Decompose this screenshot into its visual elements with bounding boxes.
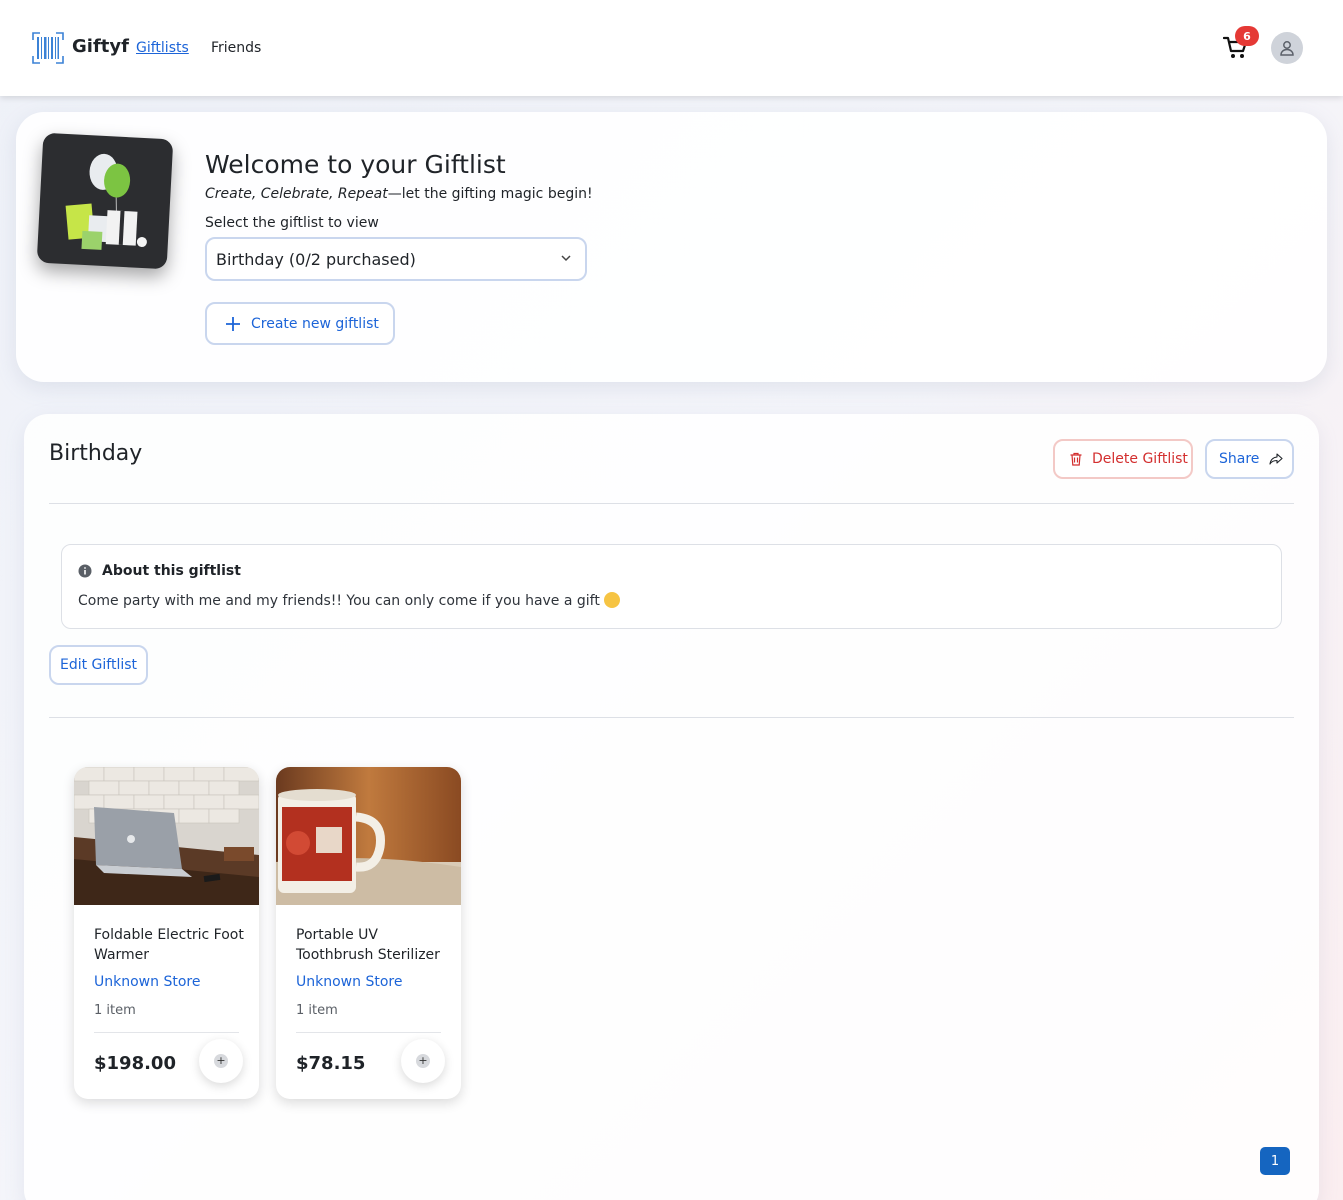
about-giftlist-title: About this giftlist — [102, 563, 241, 579]
welcome-subtitle-rest: —let the gifting magic begin! — [387, 186, 593, 202]
item-quantity: 1 item — [94, 1003, 136, 1018]
plus-icon — [226, 316, 240, 331]
top-navbar: Giftyf Giftlists Friends 6 — [0, 0, 1343, 96]
item-name: Foldable Electric Foot Warmer — [94, 927, 244, 963]
item-store-link[interactable]: Unknown Store — [94, 974, 200, 990]
divider — [49, 503, 1294, 504]
giftlist-select-label: Select the giftlist to view — [205, 215, 379, 231]
divider — [94, 1032, 239, 1033]
gift-item-card[interactable]: Portable UV Toothbrush Sterilizer Unknow… — [276, 767, 461, 1099]
chevron-down-icon — [561, 255, 571, 262]
share-label: Share — [1219, 451, 1260, 467]
nav-friends-link[interactable]: Friends — [211, 40, 261, 56]
giftlist-select-value: Birthday (0/2 purchased) — [216, 249, 416, 269]
create-giftlist-button[interactable]: Create new giftlist — [205, 302, 395, 345]
trash-icon — [1070, 452, 1082, 466]
plus-icon: + — [416, 1054, 430, 1068]
info-icon — [78, 564, 92, 578]
create-giftlist-label: Create new giftlist — [251, 315, 379, 332]
smirk-emoji-icon — [603, 592, 620, 608]
welcome-subtitle-italic: Create, Celebrate, Repeat — [205, 186, 388, 202]
giftlist-select[interactable]: Birthday (0/2 purchased) — [205, 237, 587, 281]
gifts-illustration — [36, 132, 174, 270]
nav-giftlists-link[interactable]: Giftlists — [136, 40, 189, 56]
giftlist-title: Birthday — [49, 441, 143, 466]
add-item-button[interactable]: + — [199, 1039, 243, 1083]
add-item-button[interactable]: + — [401, 1039, 445, 1083]
mug-product-image — [276, 767, 461, 905]
item-name: Portable UV Toothbrush Sterilizer — [296, 927, 440, 963]
about-giftlist-text: Come party with me and my friends!! You … — [78, 592, 620, 609]
welcome-title: Welcome to your Giftlist — [205, 150, 506, 179]
about-giftlist-heading: About this giftlist — [78, 563, 241, 579]
share-arrow-icon — [1269, 453, 1283, 465]
welcome-subtitle: Create, Celebrate, Repeat—let the giftin… — [205, 186, 593, 202]
item-store-link[interactable]: Unknown Store — [296, 974, 402, 990]
divider — [49, 717, 1294, 718]
cart-count-badge: 6 — [1235, 26, 1259, 46]
laptop-product-image — [74, 767, 259, 905]
delete-giftlist-label: Delete Giftlist — [1092, 451, 1188, 467]
item-quantity: 1 item — [296, 1003, 338, 1018]
delete-giftlist-button[interactable]: Delete Giftlist — [1053, 439, 1193, 479]
barcode-logo-icon[interactable] — [32, 32, 64, 64]
about-giftlist-box — [61, 544, 1282, 629]
gift-item-card[interactable]: Foldable Electric Foot Warmer Unknown St… — [74, 767, 259, 1099]
plus-icon: + — [214, 1054, 228, 1068]
item-price: $78.15 — [296, 1053, 366, 1074]
item-price: $198.00 — [94, 1053, 176, 1074]
about-giftlist-description: Come party with me and my friends!! You … — [78, 593, 600, 609]
brand-name[interactable]: Giftyf — [72, 36, 129, 57]
user-icon — [1280, 41, 1294, 56]
edit-giftlist-button[interactable]: Edit Giftlist — [49, 645, 148, 685]
share-button[interactable]: Share — [1205, 439, 1294, 479]
pagination-page-1[interactable]: 1 — [1260, 1147, 1290, 1175]
user-avatar-button[interactable] — [1271, 32, 1303, 64]
divider — [296, 1032, 441, 1033]
